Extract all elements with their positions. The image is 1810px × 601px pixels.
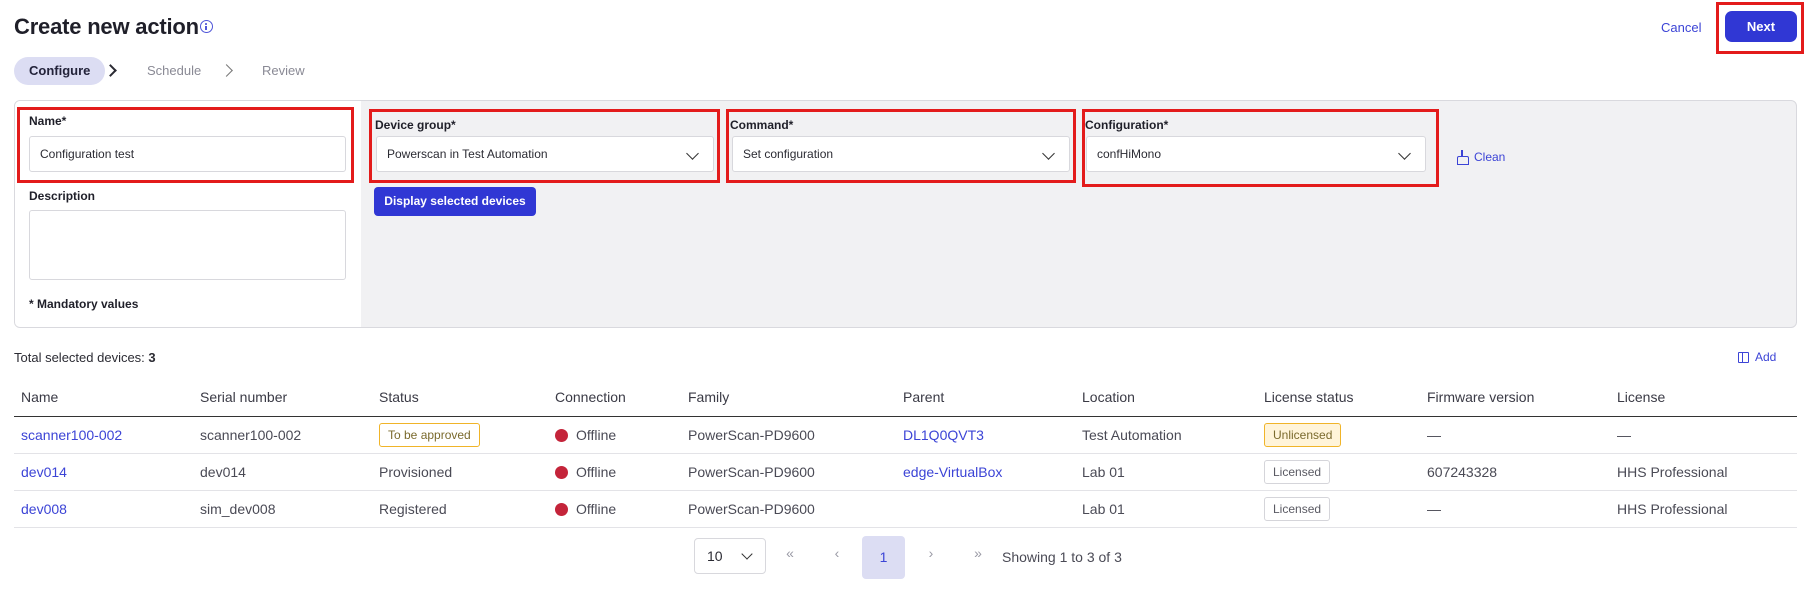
license-cell: HHS Professional xyxy=(1610,490,1797,528)
parent-link[interactable]: edge-VirtualBox xyxy=(903,464,1002,480)
description-textarea[interactable] xyxy=(29,210,346,280)
info-icon[interactable] xyxy=(200,20,213,33)
chevron-down-icon xyxy=(1042,147,1055,160)
name-input[interactable]: Configuration test xyxy=(29,136,346,172)
display-selected-devices-button[interactable]: Display selected devices xyxy=(374,187,536,216)
family-cell: PowerScan-PD9600 xyxy=(681,416,896,454)
last-page-button[interactable]: » xyxy=(968,545,988,561)
col-name[interactable]: Name xyxy=(14,379,193,417)
device-group-select[interactable]: Powerscan in Test Automation xyxy=(376,136,714,172)
offline-status-dot xyxy=(555,502,568,516)
add-columns-icon xyxy=(1738,351,1749,363)
location-cell: Test Automation xyxy=(1075,416,1257,454)
mandatory-note: * Mandatory values xyxy=(29,297,139,311)
device-name-link[interactable]: dev008 xyxy=(21,501,67,517)
chevron-down-icon xyxy=(686,147,699,160)
add-label: Add xyxy=(1755,350,1777,364)
location-cell: Lab 01 xyxy=(1075,453,1257,491)
col-license-status[interactable]: License status xyxy=(1257,379,1420,417)
prev-page-button[interactable]: ‹ xyxy=(827,545,847,561)
clean-button[interactable]: Clean xyxy=(1456,150,1506,165)
step-schedule[interactable]: Schedule xyxy=(147,63,201,78)
family-cell: PowerScan-PD9600 xyxy=(681,490,896,528)
parent-cell xyxy=(896,490,1075,528)
connection-text: Offline xyxy=(576,426,617,443)
col-serial-number[interactable]: Serial number xyxy=(193,379,372,417)
serial-cell: sim_dev008 xyxy=(193,490,372,528)
table-header-row: Name Serial number Status Connection Fam… xyxy=(14,379,1797,417)
location-cell: Lab 01 xyxy=(1075,490,1257,528)
total-label-text: Total selected devices: xyxy=(14,350,145,365)
connection-cell: Offline xyxy=(548,416,681,454)
serial-cell: scanner100-002 xyxy=(193,416,372,454)
firmware-cell: 607243328 xyxy=(1420,453,1610,491)
table-row[interactable]: dev014 dev014 Provisioned Offline PowerS… xyxy=(14,453,1797,491)
clean-label: Clean xyxy=(1474,150,1506,164)
chevron-down-icon xyxy=(1398,147,1411,160)
devices-table: Name Serial number Status Connection Fam… xyxy=(14,379,1797,528)
offline-status-dot xyxy=(555,428,568,442)
col-family[interactable]: Family xyxy=(681,379,896,417)
step-review[interactable]: Review xyxy=(262,63,305,78)
license-status-badge: Licensed xyxy=(1264,496,1331,521)
table-row[interactable]: scanner100-002 scanner100-002 To be appr… xyxy=(14,416,1797,454)
status-cell: Provisioned xyxy=(372,453,548,491)
configuration-select[interactable]: confHiMono xyxy=(1086,136,1426,172)
connection-text: Offline xyxy=(576,500,617,517)
device-name-link[interactable]: scanner100-002 xyxy=(21,427,122,443)
license-status-badge: Unlicensed xyxy=(1264,422,1342,447)
license-cell: — xyxy=(1610,416,1797,454)
add-column-button[interactable]: Add xyxy=(1738,350,1776,364)
page-size-select[interactable]: 10 xyxy=(694,538,766,574)
firmware-cell: — xyxy=(1420,490,1610,528)
col-connection[interactable]: Connection xyxy=(548,379,681,417)
connection-cell: Offline xyxy=(548,453,681,491)
configuration-label: Configuration* xyxy=(1085,118,1169,132)
connection-cell: Offline xyxy=(548,490,681,528)
license-status-badge: Licensed xyxy=(1264,459,1331,484)
configuration-value: confHiMono xyxy=(1097,147,1162,161)
firmware-cell: — xyxy=(1420,416,1610,454)
next-button[interactable]: Next xyxy=(1725,11,1797,42)
page-title: Create new action xyxy=(14,14,199,39)
showing-range-text: Showing 1 to 3 of 3 xyxy=(1002,549,1122,565)
parent-link[interactable]: DL1Q0QVT3 xyxy=(903,427,984,443)
chevron-right-icon xyxy=(220,64,233,77)
device-group-value: Powerscan in Test Automation xyxy=(387,147,548,161)
family-cell: PowerScan-PD9600 xyxy=(681,453,896,491)
chevron-down-icon xyxy=(741,548,753,560)
name-label: Name* xyxy=(29,114,67,128)
device-group-label: Device group* xyxy=(375,118,456,132)
step-configure[interactable]: Configure xyxy=(14,57,106,85)
license-cell: HHS Professional xyxy=(1610,453,1797,491)
col-location[interactable]: Location xyxy=(1075,379,1257,417)
next-page-button[interactable]: › xyxy=(921,545,941,561)
connection-text: Offline xyxy=(576,463,617,480)
page-size-value: 10 xyxy=(707,548,723,564)
col-parent[interactable]: Parent xyxy=(896,379,1075,417)
broom-icon xyxy=(1456,150,1469,165)
status-cell: Registered xyxy=(372,490,548,528)
col-firmware-version[interactable]: Firmware version xyxy=(1420,379,1610,417)
chevron-right-icon xyxy=(104,64,117,77)
total-count: 3 xyxy=(148,350,156,365)
device-name-link[interactable]: dev014 xyxy=(21,464,67,480)
current-page-button[interactable]: 1 xyxy=(862,536,905,579)
cancel-button[interactable]: Cancel xyxy=(1661,20,1701,35)
description-label: Description xyxy=(29,189,96,203)
col-license[interactable]: License xyxy=(1610,379,1797,417)
command-value: Set configuration xyxy=(743,147,834,161)
total-selected-devices: Total selected devices: 3 xyxy=(14,350,156,365)
status-badge: To be approved xyxy=(379,422,480,447)
command-select[interactable]: Set configuration xyxy=(732,136,1070,172)
offline-status-dot xyxy=(555,465,568,479)
col-status[interactable]: Status xyxy=(372,379,548,417)
table-row[interactable]: dev008 sim_dev008 Registered Offline Pow… xyxy=(14,490,1797,528)
serial-cell: dev014 xyxy=(193,453,372,491)
first-page-button[interactable]: « xyxy=(780,545,800,561)
command-label: Command* xyxy=(730,118,794,132)
